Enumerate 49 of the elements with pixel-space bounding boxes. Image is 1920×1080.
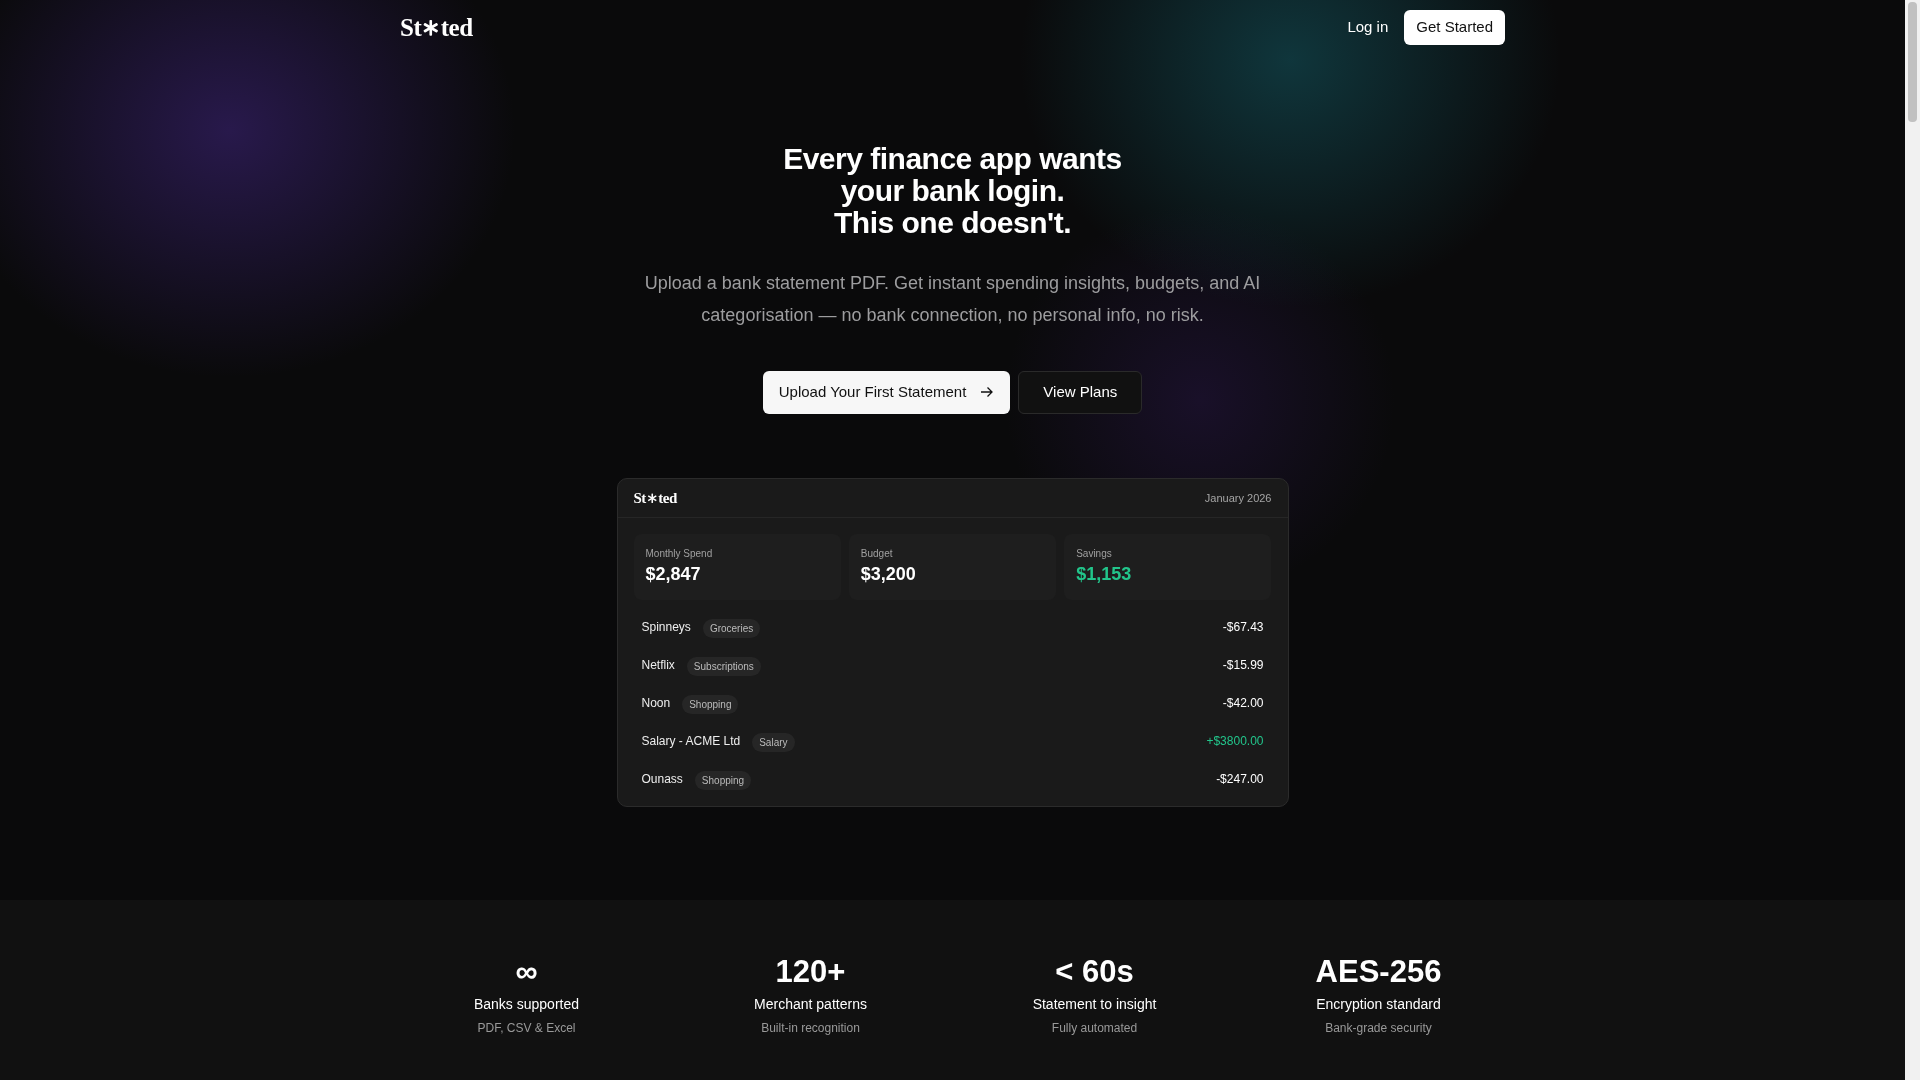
stat-value: 120+	[774, 953, 847, 991]
get-started-button[interactable]: Get Started	[1404, 10, 1505, 45]
category-tag: Shopping	[682, 695, 739, 714]
metric-value: $2,847	[645, 563, 702, 586]
stat-label: Encryption standard	[1315, 995, 1442, 1014]
stat-value: ∞	[514, 953, 539, 991]
transaction-amount: -$15.99	[1222, 657, 1264, 674]
logo-text: St	[400, 12, 422, 43]
asterisk-icon	[422, 18, 440, 37]
logo-text: ted	[658, 488, 677, 508]
transaction-amount: -$247.00	[1216, 771, 1264, 788]
merchant-name: Spinneys	[641, 619, 691, 636]
metric-value: $3,200	[860, 563, 917, 586]
category-tag: Salary	[752, 733, 795, 752]
merchant-name: Ounass	[641, 771, 683, 788]
transaction-amount: -$42.00	[1222, 695, 1264, 712]
stat-detail: PDF, CSV & Excel	[476, 1020, 577, 1037]
logo-text: ted	[440, 12, 473, 43]
metric-label: Budget	[860, 547, 894, 561]
stat-detail: Fully automated	[1050, 1020, 1139, 1037]
stat-label: Banks supported	[472, 995, 581, 1014]
asterisk-icon	[646, 492, 658, 503]
stat-label: Merchant patterns	[753, 995, 868, 1014]
metric-label: Savings	[1076, 547, 1113, 561]
category-tag: Shopping	[694, 771, 752, 790]
view-plans-button[interactable]: View Plans	[1018, 371, 1143, 414]
scrollbar-thumb[interactable]	[1908, 2, 1917, 122]
upload-button[interactable]: Upload Your First Statement	[762, 371, 1011, 414]
stat-detail: Bank-grade security	[1324, 1020, 1433, 1037]
merchant-name: Salary - ACME Ltd	[641, 733, 741, 750]
scrollbar[interactable]	[1905, 0, 1920, 1080]
arrow-right-icon	[980, 386, 995, 399]
headline: Every finance app wants your bank login. This one doesn't.	[783, 143, 1122, 239]
metric-value: $1,153	[1076, 563, 1133, 586]
merchant-name: Noon	[641, 695, 671, 712]
stat-value: AES-256	[1314, 953, 1443, 991]
stat-detail: Built-in recognition	[760, 1020, 861, 1037]
subtitle: Upload a bank statement PDF. Get instant spending insights, budgets, and AI categorisation — no bank connection, no personal info, no risk.	[643, 272, 1262, 327]
transaction-amount: +$3800.00	[1206, 733, 1264, 750]
metric-label: Monthly Spend	[645, 547, 714, 561]
transaction-amount: -$67.43	[1222, 619, 1264, 636]
merchant-name: Netflix	[641, 657, 675, 674]
stat-label: Statement to insight	[1031, 995, 1158, 1014]
stat-value: < 60s	[1054, 953, 1135, 991]
login-link[interactable]: Log in	[1347, 16, 1389, 39]
month-label: January 2026	[1204, 490, 1272, 506]
logo-text: St	[633, 488, 646, 508]
category-tag: Groceries	[702, 619, 761, 638]
category-tag: Subscriptions	[686, 657, 761, 676]
